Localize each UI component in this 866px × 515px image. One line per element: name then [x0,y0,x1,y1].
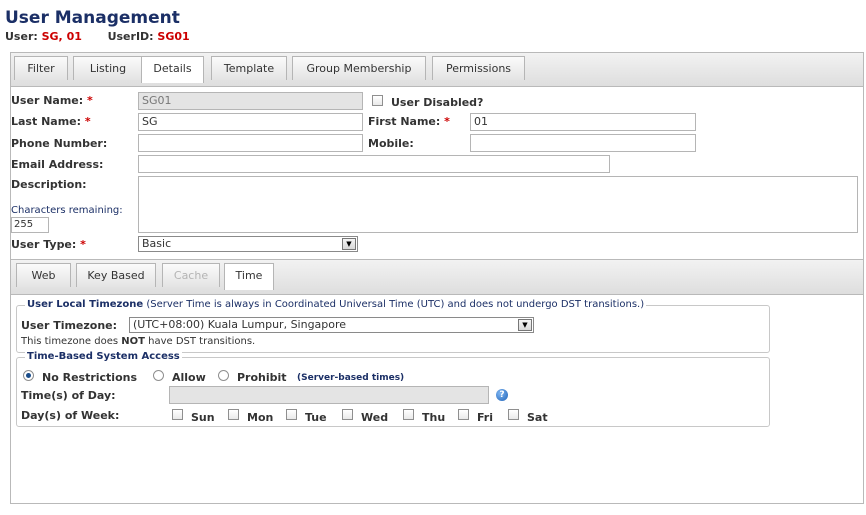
day-fri-label: Fri [477,411,494,424]
day-fri-checkbox[interactable] [458,409,469,420]
times-of-day-field[interactable] [169,386,489,404]
description-textarea[interactable] [138,176,858,233]
day-wed-checkbox[interactable] [342,409,353,420]
timezone-fieldset: User Local Timezone (Server Time is alwa… [16,299,770,353]
allow-label: Allow [172,371,206,384]
user-disabled-checkbox[interactable] [372,95,383,106]
user-label: User: [5,30,38,43]
tab-filter[interactable]: Filter [14,56,68,80]
day-sun-checkbox[interactable] [172,409,183,420]
details-panel: Filter Listing Details Template Group Me… [10,52,864,504]
time-settings-panel: Web Key Based Cache Time User Local Time… [11,259,863,504]
timezone-legend: User Local Timezone (Server Time is alwa… [25,299,647,310]
day-thu-label: Thu [422,411,446,424]
day-tue-checkbox[interactable] [286,409,297,420]
page-title: User Management [5,8,180,28]
last-name-label: Last Name: * [11,115,91,128]
userid-value: SG01 [157,30,190,43]
phone-field[interactable] [138,134,363,152]
user-value: SG, 01 [41,30,82,43]
tab-listing[interactable]: Listing [73,56,143,80]
subtab-key-based[interactable]: Key Based [76,263,156,287]
radio-allow[interactable] [153,370,164,381]
day-sat-label: Sat [527,411,548,424]
times-of-day-label: Time(s) of Day: [21,389,116,402]
subtab-time[interactable]: Time [224,263,274,290]
user-name-label: User Name: * [11,94,93,107]
tab-template[interactable]: Template [211,56,287,80]
day-wed-label: Wed [361,411,389,424]
user-name-field[interactable]: SG01 [138,92,363,110]
last-name-field[interactable]: SG [138,113,363,131]
day-sat-checkbox[interactable] [508,409,519,420]
main-tabbar: Filter Listing Details Template Group Me… [11,53,863,87]
tab-permissions[interactable]: Permissions [432,56,525,80]
server-times-note: (Server-based times) [297,373,405,383]
prohibit-label: Prohibit [237,371,287,384]
description-label: Description: [11,178,87,191]
help-icon[interactable]: ? [496,389,508,401]
no-restrictions-label: No Restrictions [42,371,138,384]
access-fieldset: Time-Based System Access No Restrictions… [16,351,770,427]
mobile-field[interactable] [470,134,696,152]
radio-no-restrictions[interactable] [23,370,34,381]
userid-label: UserID: [107,30,154,43]
day-mon-label: Mon [247,411,274,424]
mobile-label: Mobile: [368,137,414,150]
first-name-label: First Name: * [368,115,450,128]
day-sun-label: Sun [191,411,215,424]
user-type-label: User Type: * [11,238,86,251]
user-summary: User: SG, 01 UserID: SG01 [5,30,190,43]
dst-note: This timezone does NOT have DST transiti… [21,336,256,347]
radio-prohibit[interactable] [218,370,229,381]
email-label: Email Address: [11,158,104,171]
day-mon-checkbox[interactable] [228,409,239,420]
subtab-cache: Cache [162,263,220,287]
user-disabled-label: User Disabled? [391,96,484,109]
sub-tabbar: Web Key Based Cache Time [11,260,863,295]
timezone-select[interactable]: (UTC+08:00) Kuala Lumpur, Singapore ▼ [129,317,534,333]
chevron-down-icon[interactable]: ▼ [342,238,356,250]
phone-label: Phone Number: [11,137,108,150]
timezone-label: User Timezone: [21,319,118,332]
day-thu-checkbox[interactable] [403,409,414,420]
access-legend: Time-Based System Access [25,351,182,362]
user-type-select[interactable]: Basic ▼ [138,236,358,252]
days-of-week-label: Day(s) of Week: [21,409,120,422]
first-name-field[interactable]: 01 [470,113,696,131]
chars-remaining-label: Characters remaining: [11,205,123,216]
subtab-web[interactable]: Web [16,263,71,287]
tab-details[interactable]: Details [141,56,204,83]
tab-group-membership[interactable]: Group Membership [292,56,426,80]
chars-remaining-counter: 255 [11,217,49,233]
day-tue-label: Tue [305,411,327,424]
email-field[interactable] [138,155,610,173]
timezone-value: (UTC+08:00) Kuala Lumpur, Singapore [133,318,347,331]
user-type-value: Basic [142,237,172,250]
chevron-down-icon[interactable]: ▼ [518,319,532,331]
